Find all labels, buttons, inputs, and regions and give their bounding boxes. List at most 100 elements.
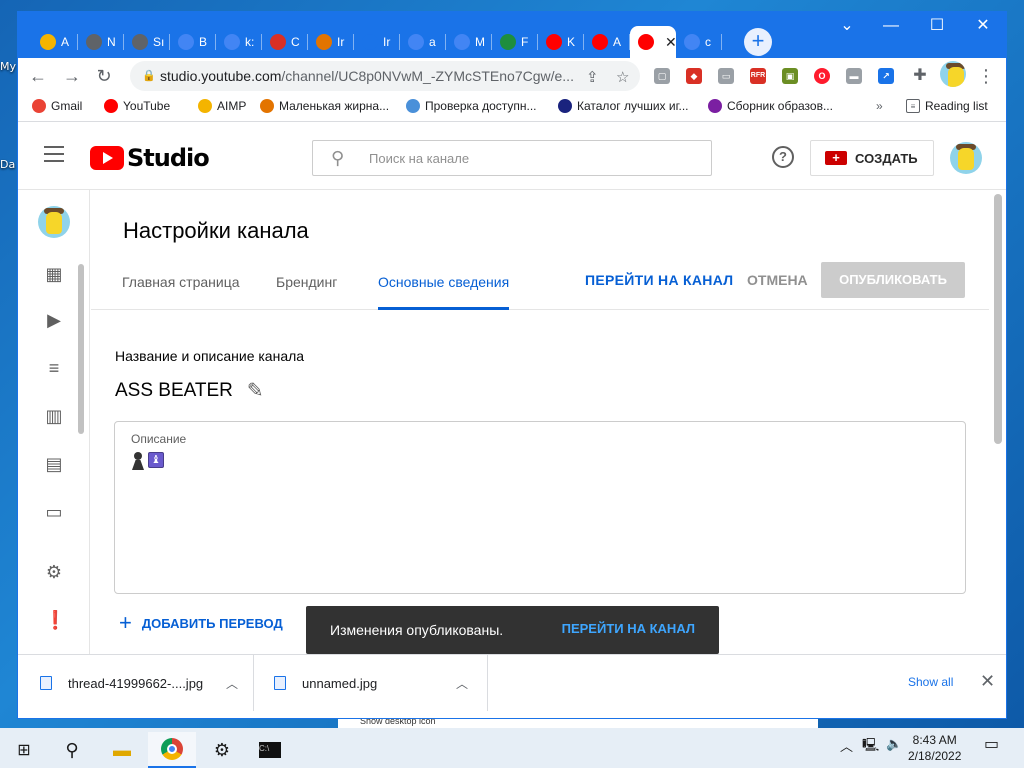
sidebar-scrollbar[interactable] bbox=[78, 264, 84, 434]
tab-title: A bbox=[613, 35, 622, 49]
extension-icon[interactable]: ▣ bbox=[782, 68, 798, 84]
new-tab-button[interactable]: + bbox=[744, 28, 772, 56]
notifications-icon[interactable]: ▭ bbox=[984, 734, 999, 754]
windows-start-icon[interactable]: ⊞ bbox=[0, 732, 48, 768]
chevron-up-icon[interactable]: ︿ bbox=[456, 675, 468, 692]
search-icon[interactable]: ⚲ bbox=[48, 732, 96, 768]
snackbar-goto-channel-button[interactable]: ПЕРЕЙТИ НА КАНАЛ bbox=[562, 621, 695, 636]
studio-logo[interactable]: Studio bbox=[90, 144, 210, 172]
minimize-button[interactable]: — bbox=[868, 12, 914, 42]
feedback-icon[interactable]: ❗ bbox=[44, 610, 66, 630]
back-icon[interactable]: ← bbox=[26, 64, 50, 88]
help-icon[interactable]: ? bbox=[772, 146, 794, 168]
google-icon bbox=[684, 34, 700, 50]
description-field[interactable]: Описание ♝ bbox=[114, 421, 966, 594]
system-clock[interactable]: 8:43 AM 2/18/2022 bbox=[908, 732, 961, 764]
download-item[interactable]: thread-41999662-....jpg ︿ bbox=[18, 655, 254, 711]
extension-icon[interactable]: ▢ bbox=[654, 68, 670, 84]
reading-list-label: Reading list bbox=[925, 99, 988, 113]
subtitles-icon[interactable]: ▭ bbox=[44, 502, 64, 522]
edit-pencil-icon[interactable]: ✎ bbox=[247, 378, 264, 403]
extension-icon[interactable]: ▬ bbox=[846, 68, 862, 84]
bookmark-item[interactable]: Сборник образов... bbox=[708, 99, 833, 113]
main-scrollbar[interactable] bbox=[994, 194, 1002, 444]
close-tab-icon[interactable]: ✕ bbox=[665, 34, 676, 51]
bookmark-item[interactable]: Проверка доступн... bbox=[406, 99, 537, 113]
close-download-shelf-icon[interactable]: ✕ bbox=[980, 671, 995, 692]
desktop-icon-label[interactable]: My bbox=[0, 60, 16, 73]
browser-tab[interactable]: k: bbox=[216, 26, 262, 58]
cancel-button[interactable]: ОТМЕНА bbox=[747, 272, 808, 288]
reload-icon[interactable]: ↻ bbox=[92, 64, 116, 88]
share-icon[interactable]: ⇪ bbox=[586, 68, 599, 86]
extension-icon[interactable]: ▭ bbox=[718, 68, 734, 84]
description-value[interactable]: ♝ bbox=[131, 452, 164, 470]
close-window-button[interactable]: ✕ bbox=[960, 12, 1006, 42]
browser-tab[interactable]: ✕ bbox=[630, 26, 676, 58]
playlists-icon[interactable]: ≡ bbox=[44, 358, 64, 378]
menu-kebab-icon[interactable]: ⋮ bbox=[974, 64, 998, 88]
chrome-taskbar-icon[interactable] bbox=[148, 732, 196, 768]
content-icon[interactable]: ▶ bbox=[44, 310, 64, 330]
extension-icon[interactable]: ↗ bbox=[878, 68, 894, 84]
bookmark-item[interactable]: Gmail bbox=[32, 99, 82, 113]
goto-channel-button[interactable]: ПЕРЕЙТИ НА КАНАЛ bbox=[585, 272, 733, 288]
bookmark-item[interactable]: Маленькая жирна... bbox=[260, 99, 389, 113]
opera-vpn-icon[interactable]: O bbox=[814, 68, 830, 84]
browser-tab[interactable]: A bbox=[32, 26, 78, 58]
browser-tab[interactable]: F bbox=[492, 26, 538, 58]
extension-icon[interactable]: ◆ bbox=[686, 68, 702, 84]
channel-avatar[interactable] bbox=[38, 206, 70, 238]
publish-button[interactable]: ОПУБЛИКОВАТЬ bbox=[821, 262, 965, 298]
browser-tab[interactable]: C bbox=[262, 26, 308, 58]
download-item[interactable]: unnamed.jpg ︿ bbox=[254, 655, 488, 711]
browser-tab[interactable]: N bbox=[78, 26, 124, 58]
tab-search-icon[interactable]: ⌄ bbox=[824, 12, 870, 42]
more-bookmarks-button[interactable]: » bbox=[876, 99, 883, 113]
create-button[interactable]: + СОЗДАТЬ bbox=[810, 140, 934, 176]
tab-basic-info[interactable]: Основные сведения bbox=[378, 274, 510, 310]
extensions-puzzle-icon[interactable]: ✚ bbox=[908, 64, 932, 88]
chevron-up-icon[interactable]: ︿ bbox=[226, 675, 238, 692]
volume-icon[interactable]: 🔈 bbox=[886, 736, 902, 752]
channel-search-input[interactable]: ⚲ Поиск на канале bbox=[312, 140, 712, 176]
file-explorer-icon[interactable]: ▬ bbox=[98, 732, 146, 768]
lock-icon[interactable]: 🔒 bbox=[142, 69, 156, 82]
add-translation-button[interactable]: + ДОБАВИТЬ ПЕРЕВОД bbox=[119, 610, 283, 636]
extension-icon[interactable]: RFR bbox=[750, 68, 766, 84]
bookmark-item[interactable]: AIMP bbox=[198, 99, 246, 113]
tab-branding[interactable]: Брендинг bbox=[276, 274, 337, 310]
show-hidden-icons-chevron[interactable]: ︿ bbox=[840, 736, 853, 755]
network-icon[interactable]: 🖳 bbox=[862, 736, 879, 758]
comments-icon[interactable]: ▤ bbox=[44, 454, 64, 474]
maximize-button[interactable]: ☐ bbox=[914, 12, 960, 42]
browser-tab[interactable]: a bbox=[400, 26, 446, 58]
browser-tab[interactable]: A bbox=[584, 26, 630, 58]
bookmark-star-icon[interactable]: ☆ bbox=[616, 68, 629, 86]
browser-tab[interactable]: Ir bbox=[308, 26, 354, 58]
browser-tab[interactable]: M bbox=[446, 26, 492, 58]
show-all-downloads-link[interactable]: Show all bbox=[908, 675, 953, 689]
address-bar[interactable]: 🔒 studio.youtube.com/channel/UC8p0NVwM_-… bbox=[130, 61, 640, 91]
reading-list-button[interactable]: ≡ Reading list bbox=[906, 99, 988, 113]
settings-gear-icon[interactable]: ⚙ bbox=[44, 562, 64, 582]
analytics-icon[interactable]: ▥ bbox=[44, 406, 64, 426]
bookmark-item[interactable]: Каталог лучших иг... bbox=[558, 99, 689, 113]
browser-tab[interactable]: K bbox=[538, 26, 584, 58]
account-avatar[interactable] bbox=[950, 142, 982, 174]
gmail-icon bbox=[32, 99, 46, 113]
settings-gear-icon[interactable]: ⚙ bbox=[198, 732, 246, 768]
browser-tab[interactable]: Ir bbox=[354, 26, 400, 58]
browser-tab[interactable]: c bbox=[676, 26, 722, 58]
forward-icon[interactable]: → bbox=[60, 64, 84, 88]
desktop-icon-label[interactable]: Da bbox=[0, 158, 15, 171]
tab-home-page[interactable]: Главная страница bbox=[122, 274, 240, 310]
bookmark-item[interactable]: YouTube bbox=[104, 99, 170, 113]
profile-avatar[interactable] bbox=[940, 61, 966, 87]
browser-tab[interactable]: B bbox=[170, 26, 216, 58]
browser-tab[interactable]: Sı bbox=[124, 26, 170, 58]
google-icon bbox=[454, 34, 470, 50]
dashboard-icon[interactable]: ▦ bbox=[44, 264, 64, 284]
hamburger-menu-icon[interactable] bbox=[44, 146, 64, 167]
terminal-icon[interactable]: C:\ bbox=[246, 732, 294, 768]
